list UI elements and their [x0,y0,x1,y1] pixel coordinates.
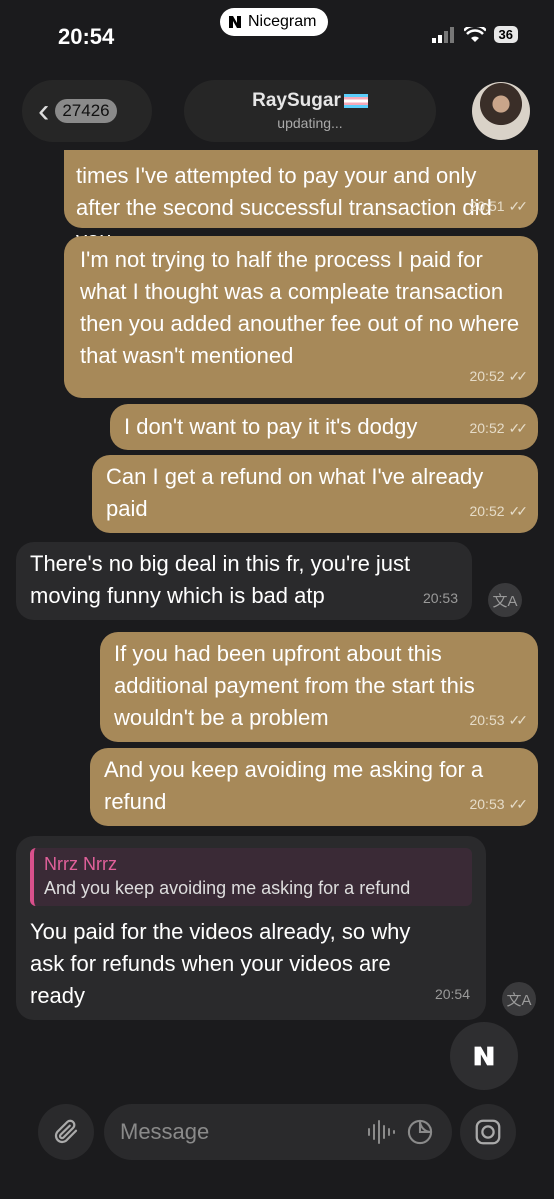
message-bubble[interactable]: I don't want to pay it it's dodgy 20:52 ✓… [110,404,538,450]
message-bubble[interactable]: And you keep avoiding me asking for a re… [90,748,538,826]
message-time: 20:52 [469,420,505,436]
message-time: 20:53 [469,796,505,812]
message-text: And you keep avoiding me asking for a re… [104,757,484,814]
message-bubble[interactable]: If you had been upfront about this addit… [100,632,538,742]
message-meta: 20:52 ✓✓ [469,412,529,444]
message-placeholder: Message [120,1119,210,1144]
chevron-left-icon: ‹ [38,92,50,130]
message-time: 20:54 [434,986,470,1002]
message-bubble[interactable]: I'm not trying to half the process I pai… [64,236,538,398]
camera-button[interactable] [460,1104,516,1160]
read-checks-icon: ✓✓ [508,198,529,214]
nicegram-assistant-button[interactable] [450,1022,518,1090]
signal-icon [431,26,454,43]
back-button[interactable]: ‹ 27426 [22,80,152,142]
message-meta: 20:52 ✓✓ [469,360,529,392]
carrier-pill: Nicegram [220,8,329,36]
message-text: Can I get a refund on what I've already … [106,464,484,521]
sticker-icon[interactable] [406,1118,434,1146]
read-checks-icon: ✓✓ [508,796,529,812]
reply-text: And you keep avoiding me asking for a re… [44,878,411,898]
message-meta: 20:51 ✓✓ [469,190,529,222]
status-icons: 36 [431,26,518,43]
message-bubble[interactable]: Nrrz Nrrz And you keep avoiding me askin… [16,836,486,1020]
reply-author: Nrrz Nrrz [44,854,117,874]
message-meta: 20:53 ✓✓ [469,788,529,820]
translate-icon[interactable]: 文A [502,982,536,1016]
read-checks-icon: ✓✓ [508,712,529,728]
message-meta: 20:53 [423,582,458,614]
reply-quote[interactable]: Nrrz Nrrz And you keep avoiding me askin… [30,848,472,906]
nicegram-logo-icon [229,16,241,28]
message-time: 20:53 [422,590,458,606]
trans-flag-icon [343,93,368,108]
message-text: There's no big deal in this fr, you're j… [30,551,411,608]
avatar[interactable] [472,82,530,140]
message-meta: 20:53 ✓✓ [469,704,529,736]
message-input[interactable]: Message [104,1104,452,1160]
read-checks-icon: ✓✓ [508,368,529,384]
battery-icon: 36 [493,26,518,43]
message-meta: 20:52 ✓✓ [469,495,529,527]
message-text: If you had been upfront about this addit… [114,641,475,730]
message-meta: 20:54 [435,978,470,1010]
wifi-icon [463,26,486,42]
message-bubble[interactable]: times I've attempted to pay your and onl… [64,150,538,252]
message-time: 20:51 [469,198,505,214]
status-time: 20:54 [58,24,115,49]
camera-icon [475,1119,501,1145]
waveform-icon[interactable] [366,1118,396,1146]
message-time: 20:52 [469,503,505,519]
nicegram-logo-icon [474,1046,494,1066]
read-checks-icon: ✓✓ [508,420,529,436]
unread-count-badge: 27426 [55,99,117,123]
message-text: I don't want to pay it it's dodgy [124,414,418,439]
chat-title[interactable]: RaySugar updating... [184,80,436,142]
contact-name-row: RaySugar [184,90,436,112]
paperclip-icon [54,1119,78,1144]
message-bubble[interactable]: There's no big deal in this fr, you're j… [16,542,472,620]
message-text: You paid for the videos already, so why … [30,919,411,1008]
message-time: 20:53 [469,712,505,728]
attach-button[interactable] [38,1104,94,1160]
message-bubble[interactable]: Can I get a refund on what I've already … [92,455,538,533]
contact-status: updating... [277,115,343,131]
message-time: 20:52 [469,368,505,384]
contact-name: RaySugar [252,90,341,111]
translate-icon[interactable]: 文A [488,583,522,617]
message-text: I'm not trying to half the process I pai… [80,247,520,368]
read-checks-icon: ✓✓ [508,503,529,519]
carrier-name: Nicegram [248,13,317,30]
